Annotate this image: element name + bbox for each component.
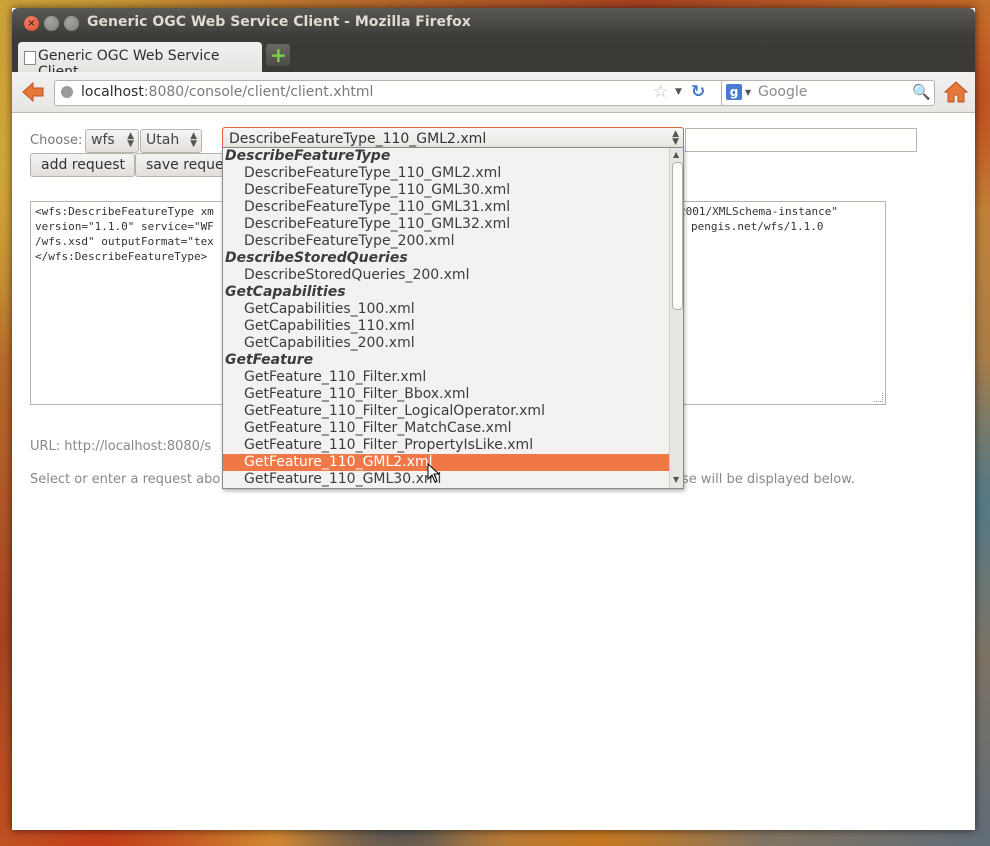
search-placeholder: Google: [758, 84, 808, 100]
xml-line: version="1.1.0" service="WF: [35, 220, 214, 233]
address-bar[interactable]: localhost:8080/console/client/client.xht…: [54, 80, 726, 106]
maximize-window-button[interactable]: [64, 16, 79, 31]
title-bar: × Generic OGC Web Service Client - Mozil…: [12, 8, 975, 38]
google-icon[interactable]: g: [726, 84, 742, 100]
request-name-input[interactable]: [685, 128, 917, 152]
dropdown-option[interactable]: GetCapabilities_100.xml: [223, 301, 669, 318]
window-title: Generic OGC Web Service Client - Mozilla…: [87, 14, 471, 30]
request-url-text: URL: http://localhost:8080/s: [30, 439, 212, 454]
request-dropdown-list[interactable]: DescribeFeatureType DescribeFeatureType_1…: [222, 147, 684, 489]
option-group-label: DescribeStoredQueries: [225, 250, 408, 266]
reload-icon[interactable]: ↻: [691, 82, 705, 102]
dropdown-option[interactable]: DescribeFeatureType_110_GML31.xml: [223, 199, 669, 216]
request-value: DescribeFeatureType_110_GML2.xml: [229, 131, 487, 147]
dropdown-option[interactable]: DescribeFeatureType_110_GML32.xml: [223, 216, 669, 233]
xml-line: </wfs:DescribeFeatureType>: [35, 250, 208, 263]
globe-icon: [61, 86, 73, 98]
scroll-up-icon[interactable]: ▲: [673, 150, 679, 159]
new-tab-button[interactable]: +: [266, 44, 290, 66]
search-engine-dropdown-icon[interactable]: ▼: [745, 88, 751, 97]
xml-line: <wfs:DescribeFeatureType xm: [35, 205, 214, 218]
option-group-label: DescribeFeatureType: [225, 148, 391, 164]
dropdown-option[interactable]: GetFeature_110_GML2.xml: [223, 454, 669, 471]
bookmark-star-icon[interactable]: ☆: [653, 82, 668, 102]
dropdown-option[interactable]: DescribeFeatureType_110_GML30.xml: [223, 182, 669, 199]
tab-active[interactable]: Generic OGC Web Service Client: [18, 42, 262, 80]
back-arrow-icon[interactable]: [22, 82, 44, 102]
xml-line: /wfs.xsd" outputFormat="tex: [35, 235, 214, 248]
dropdown-option[interactable]: GetCapabilities_200.xml: [223, 335, 669, 352]
navigation-bar: localhost:8080/console/client/client.xht…: [12, 72, 975, 113]
spinner-arrows-icon: ▲ ▼: [127, 131, 134, 149]
add-request-button[interactable]: add request: [30, 153, 135, 177]
dropdown-option[interactable]: DescribeStoredQueries_200.xml: [223, 267, 669, 284]
mouse-pointer-icon: [427, 463, 439, 483]
dropdown-option[interactable]: GetFeature_110_Filter_PropertyIsLike.xml: [223, 437, 669, 454]
service-value: wfs: [91, 132, 115, 148]
dropdown-option[interactable]: GetFeature_110_GML30.xml: [223, 471, 669, 488]
dropdown-option[interactable]: GetFeature_110_Filter.xml: [223, 369, 669, 386]
instance-select[interactable]: Utah ▲ ▼: [140, 129, 202, 153]
close-window-button[interactable]: ×: [24, 16, 39, 31]
page-icon: [24, 51, 36, 65]
resize-handle[interactable]: [874, 393, 883, 402]
option-group-label: GetCapabilities: [225, 284, 346, 300]
minimize-window-button[interactable]: [44, 16, 59, 31]
plus-icon: +: [270, 43, 287, 67]
dropdown-options: DescribeFeatureType DescribeFeatureType_1…: [223, 148, 669, 488]
history-dropdown-icon[interactable]: ▼: [675, 87, 682, 97]
instance-value: Utah: [146, 132, 180, 148]
search-box[interactable]: g ▼ Google 🔍: [721, 80, 935, 106]
choose-label: Choose:: [30, 133, 83, 148]
search-icon[interactable]: 🔍: [912, 83, 931, 101]
dropdown-option[interactable]: GetCapabilities_110.xml: [223, 318, 669, 335]
spinner-arrows-icon: ▲ ▼: [190, 131, 197, 149]
xml-line: 2001/XMLSchema-instance": [679, 205, 838, 218]
dropdown-option[interactable]: DescribeFeatureType_200.xml: [223, 233, 669, 250]
address-url: localhost:8080/console/client/client.xht…: [81, 84, 374, 100]
hint-text-end: se will be displayed below.: [682, 472, 855, 487]
hint-text: Select or enter a request abo: [30, 472, 221, 487]
browser-window: × Generic OGC Web Service Client - Mozil…: [12, 8, 975, 830]
scroll-down-icon[interactable]: ▼: [673, 475, 679, 484]
xml-line: pengis.net/wfs/1.1.0: [691, 220, 824, 233]
scroll-thumb[interactable]: [672, 162, 683, 310]
home-icon[interactable]: [944, 80, 968, 104]
dropdown-option[interactable]: GetFeature_110_Filter_MatchCase.xml: [223, 420, 669, 437]
option-group-label: GetFeature: [225, 352, 314, 368]
dropdown-scrollbar[interactable]: ▲ ▼: [669, 148, 683, 488]
tab-bar: Generic OGC Web Service Client +: [12, 38, 975, 80]
dropdown-option[interactable]: DescribeFeatureType_110_GML2.xml: [223, 165, 669, 182]
dropdown-option[interactable]: GetFeature_110_Filter_Bbox.xml: [223, 386, 669, 403]
dropdown-option[interactable]: GetFeature_110_Filter_LogicalOperator.xm…: [223, 403, 669, 420]
service-select[interactable]: wfs ▲ ▼: [85, 129, 139, 153]
spinner-arrows-icon: ▲ ▼: [672, 129, 679, 147]
